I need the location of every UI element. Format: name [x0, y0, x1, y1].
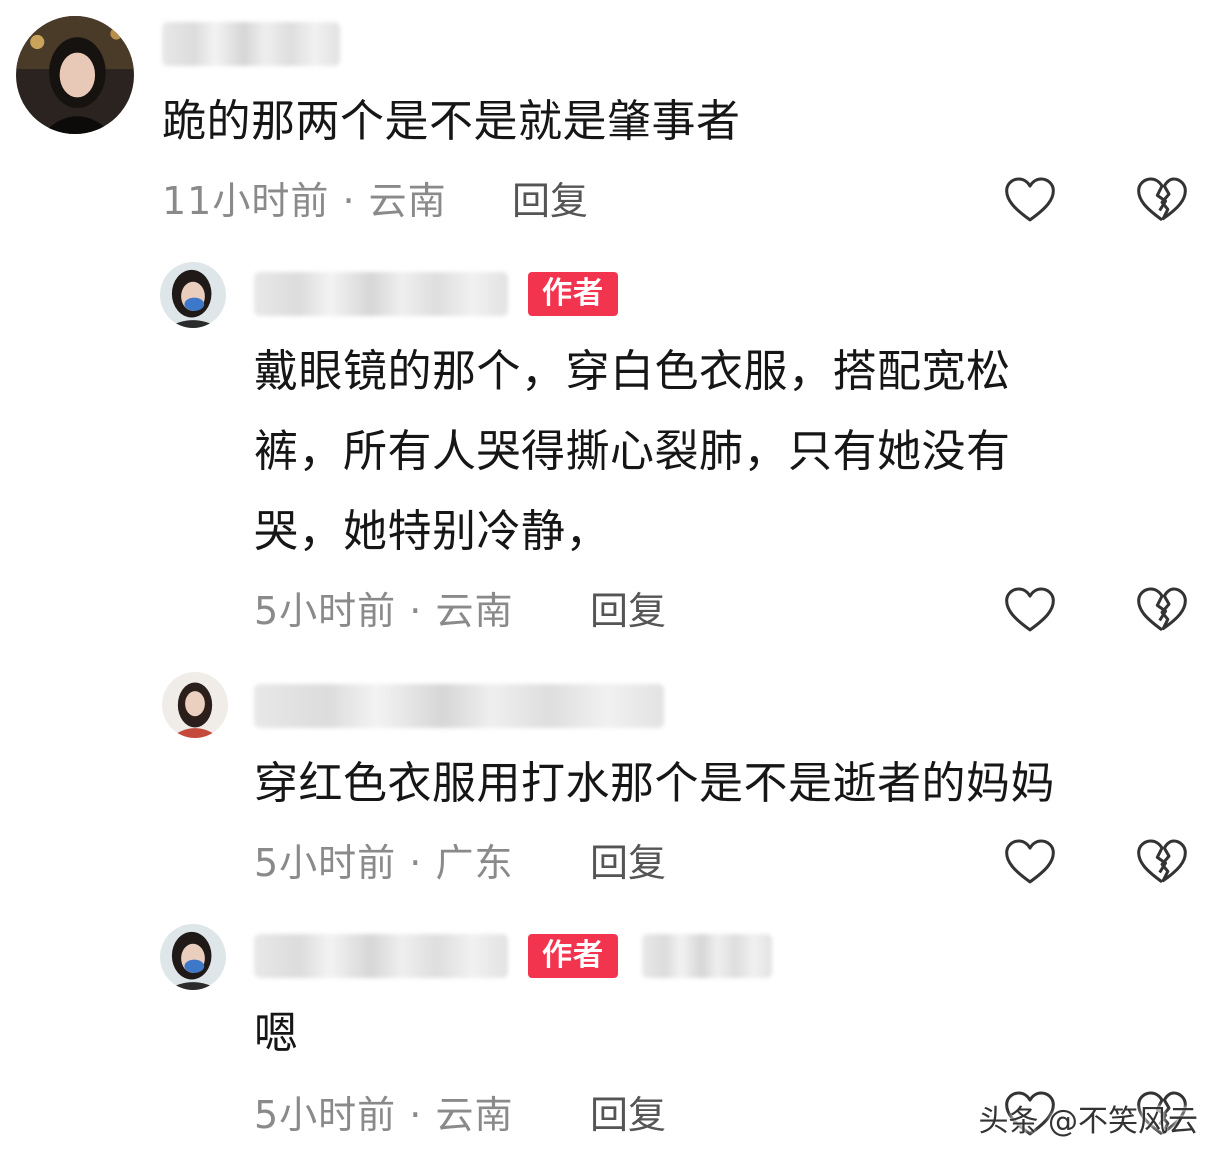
meta-separator: · — [396, 1093, 436, 1137]
avatar[interactable] — [160, 924, 226, 990]
comment-time: 5小时前 — [254, 841, 397, 885]
heart-outline-icon[interactable] — [1002, 834, 1058, 890]
comment-time: 5小时前 — [254, 589, 397, 633]
comment-meta: 5小时前 · 广东 — [254, 838, 513, 888]
avatar-image-icon — [160, 262, 226, 328]
comment-meta: 5小时前 · 云南 — [254, 1090, 513, 1140]
author-badge: 作者 — [528, 272, 618, 316]
comment-text-line-3: 哭，她特别冷静， — [254, 506, 610, 557]
comment-1: 跪的那两个是不是就是肇事者 11小时前 · 云南 回复 — [0, 0, 1224, 240]
comment-text: 嗯 — [254, 1008, 299, 1059]
avatar[interactable] — [160, 262, 226, 328]
reply-button[interactable]: 回复 — [512, 176, 588, 226]
blurred-username[interactable] — [254, 272, 508, 316]
comment-time: 5小时前 — [254, 1093, 397, 1137]
blurred-username[interactable] — [162, 22, 340, 66]
avatar-image-icon — [160, 924, 226, 990]
comment-location: 云南 — [368, 179, 447, 223]
heart-outline-icon[interactable] — [1002, 582, 1058, 638]
comment-text-line-1: 戴眼镜的那个，穿白色衣服，搭配宽松 — [254, 346, 1011, 397]
avatar[interactable] — [16, 16, 134, 134]
avatar-image-icon — [162, 672, 228, 738]
watermark: 头条 @不笑风云 — [978, 1104, 1198, 1139]
blurred-username[interactable] — [254, 684, 664, 728]
blurred-username-extra — [642, 934, 772, 978]
reply-button[interactable]: 回复 — [590, 838, 666, 888]
meta-separator: · — [329, 179, 369, 223]
comment-2: 作者 戴眼镜的那个，穿白色衣服，搭配宽松 裤，所有人哭得撕心裂肺，只有她没有 哭… — [0, 240, 1224, 660]
avatar-image-icon — [16, 16, 134, 134]
comment-time: 11小时前 — [162, 179, 330, 223]
meta-separator: · — [396, 841, 436, 885]
broken-heart-icon[interactable] — [1134, 834, 1190, 890]
reply-button[interactable]: 回复 — [590, 1090, 666, 1140]
comment-3: 穿红色衣服用打水那个是不是逝者的妈妈 5小时前 · 广东 回复 — [0, 660, 1224, 920]
broken-heart-icon[interactable] — [1134, 172, 1190, 228]
comment-location: 云南 — [435, 589, 514, 633]
comment-meta: 11小时前 · 云南 — [162, 176, 447, 226]
reply-button[interactable]: 回复 — [590, 586, 666, 636]
meta-separator: · — [396, 589, 436, 633]
comment-text: 跪的那两个是不是就是肇事者 — [162, 96, 741, 147]
author-badge: 作者 — [528, 934, 618, 978]
comment-location: 云南 — [435, 1093, 514, 1137]
comment-location: 广东 — [435, 841, 514, 885]
avatar[interactable] — [162, 672, 228, 738]
comment-text-line-2: 裤，所有人哭得撕心裂肺，只有她没有 — [254, 426, 1011, 477]
blurred-username[interactable] — [254, 934, 508, 978]
comment-text: 穿红色衣服用打水那个是不是逝者的妈妈 — [254, 758, 1055, 809]
broken-heart-icon[interactable] — [1134, 582, 1190, 638]
heart-outline-icon[interactable] — [1002, 172, 1058, 228]
comment-meta: 5小时前 · 云南 — [254, 586, 513, 636]
